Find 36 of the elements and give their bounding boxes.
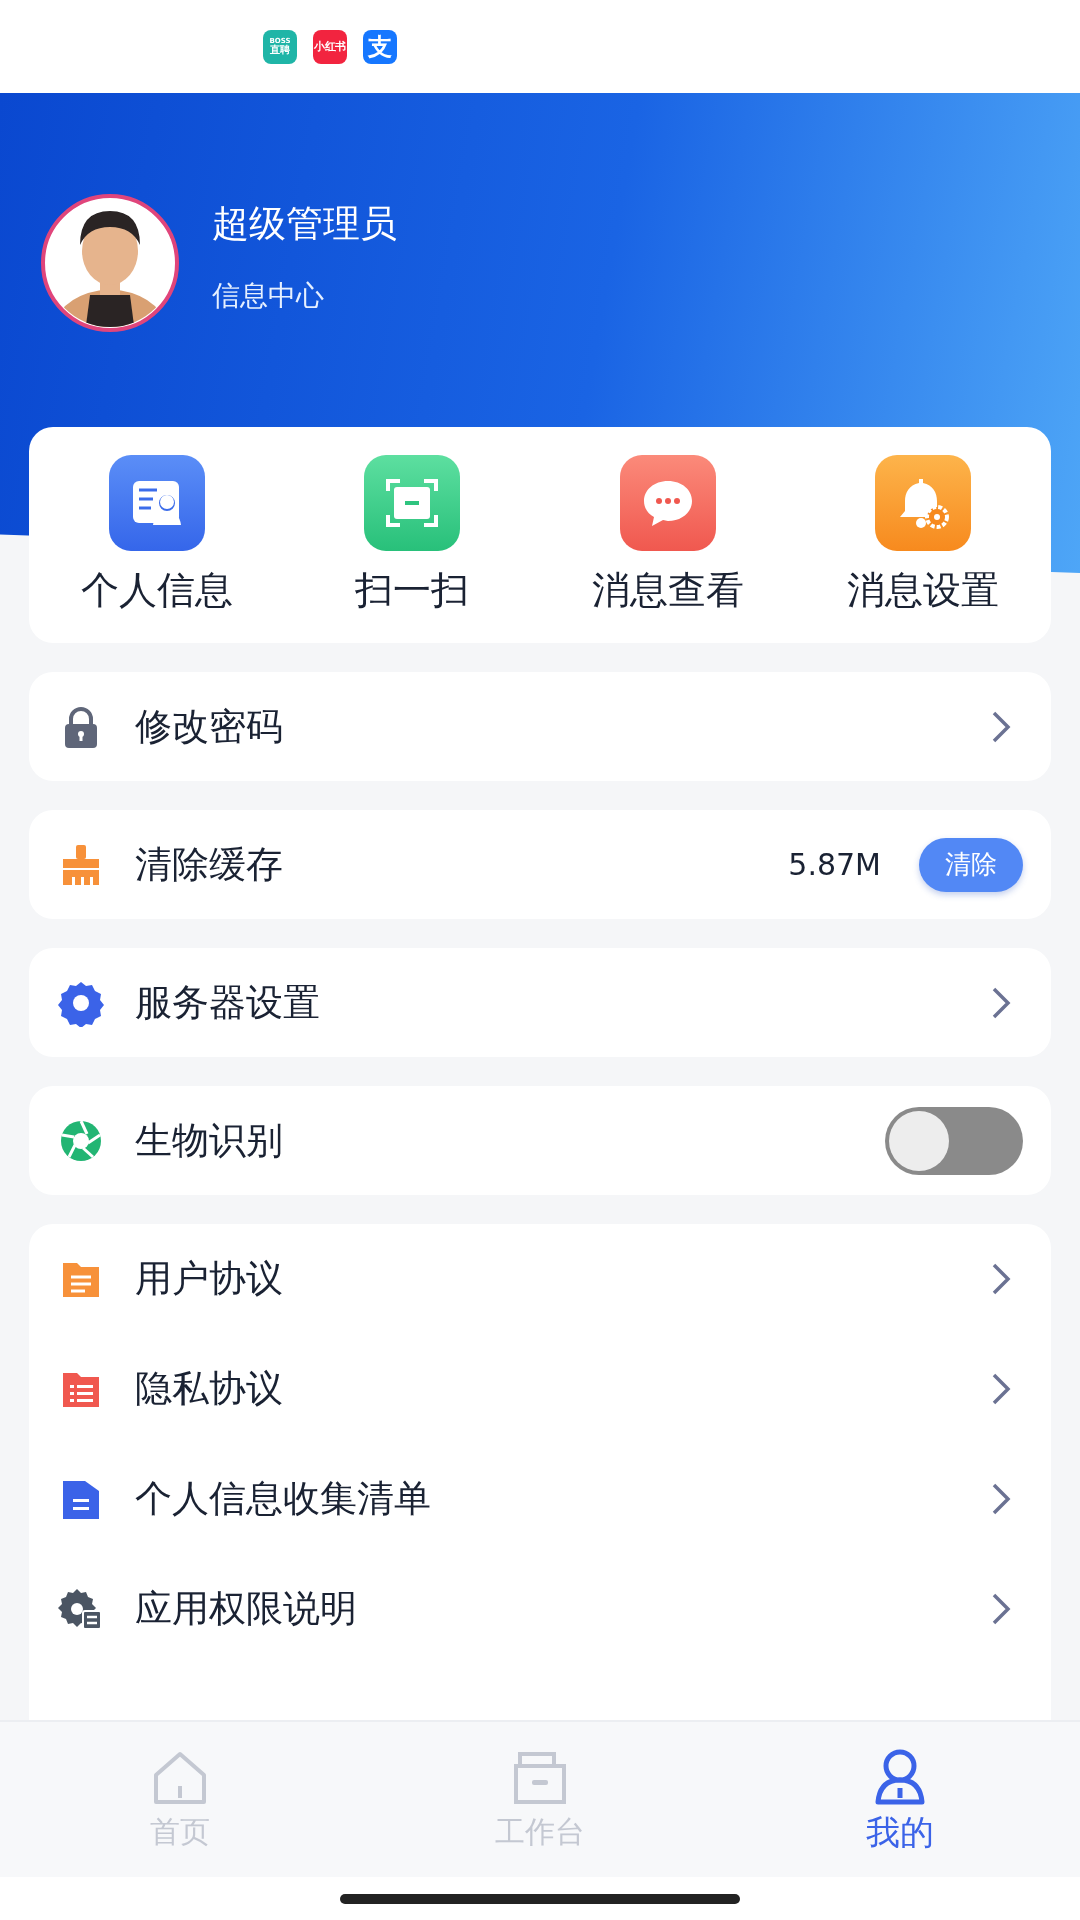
settings-row[interactable]: 清除缓存 5.87M 清除	[29, 810, 1051, 919]
shortcut-label: 消息查看	[591, 566, 744, 614]
row-label: 服务器设置	[135, 979, 321, 1026]
chevron-right-icon	[991, 1262, 1011, 1296]
chevron-right-icon	[991, 985, 1011, 1020]
row-label: 生物识别	[135, 1117, 284, 1164]
department-label: 信息中心	[212, 278, 325, 314]
row-label: 清除缓存	[135, 841, 284, 888]
bell-icon[interactable]	[875, 454, 972, 551]
document-label: 个人信息收集清单	[135, 1476, 432, 1522]
shortcut-label: 消息设置	[847, 566, 1000, 614]
app-notification-icon: 小红书	[313, 29, 347, 64]
app-notification-icon: 支	[363, 29, 397, 64]
chevron-right-icon	[991, 1482, 1011, 1516]
settings-row[interactable]: 修改密码	[29, 672, 1051, 781]
document-row[interactable]: 用户协议	[29, 1224, 1051, 1334]
settings-row[interactable]: 服务器设置	[29, 948, 1051, 1057]
settings-row[interactable]: 生物识别	[29, 1086, 1051, 1195]
document-row[interactable]: 个人信息收集清单	[29, 1444, 1051, 1554]
chevron-right-icon	[991, 1372, 1011, 1406]
shortcut-label: 个人信息	[80, 566, 233, 614]
document-label: 应用权限说明	[135, 1586, 358, 1632]
document-row[interactable]: 隐私协议	[29, 1334, 1051, 1444]
contact-card-icon[interactable]	[108, 454, 205, 551]
row-label: 修改密码	[135, 703, 284, 750]
document-row[interactable]: 应用权限说明	[29, 1554, 1051, 1664]
scan-icon[interactable]	[364, 454, 461, 551]
document-label: 用户协议	[135, 1256, 284, 1302]
tab[interactable]: 我的	[866, 1745, 934, 1856]
cache-size: 5.87M	[788, 847, 881, 882]
shortcut-label: 扫一扫	[355, 566, 470, 614]
document-label: 隐私协议	[135, 1366, 284, 1412]
user-name: 超级管理员	[212, 201, 397, 247]
chevron-right-icon	[991, 1592, 1011, 1626]
chat-bubble-icon[interactable]	[619, 454, 716, 551]
chevron-right-icon	[991, 709, 1011, 744]
